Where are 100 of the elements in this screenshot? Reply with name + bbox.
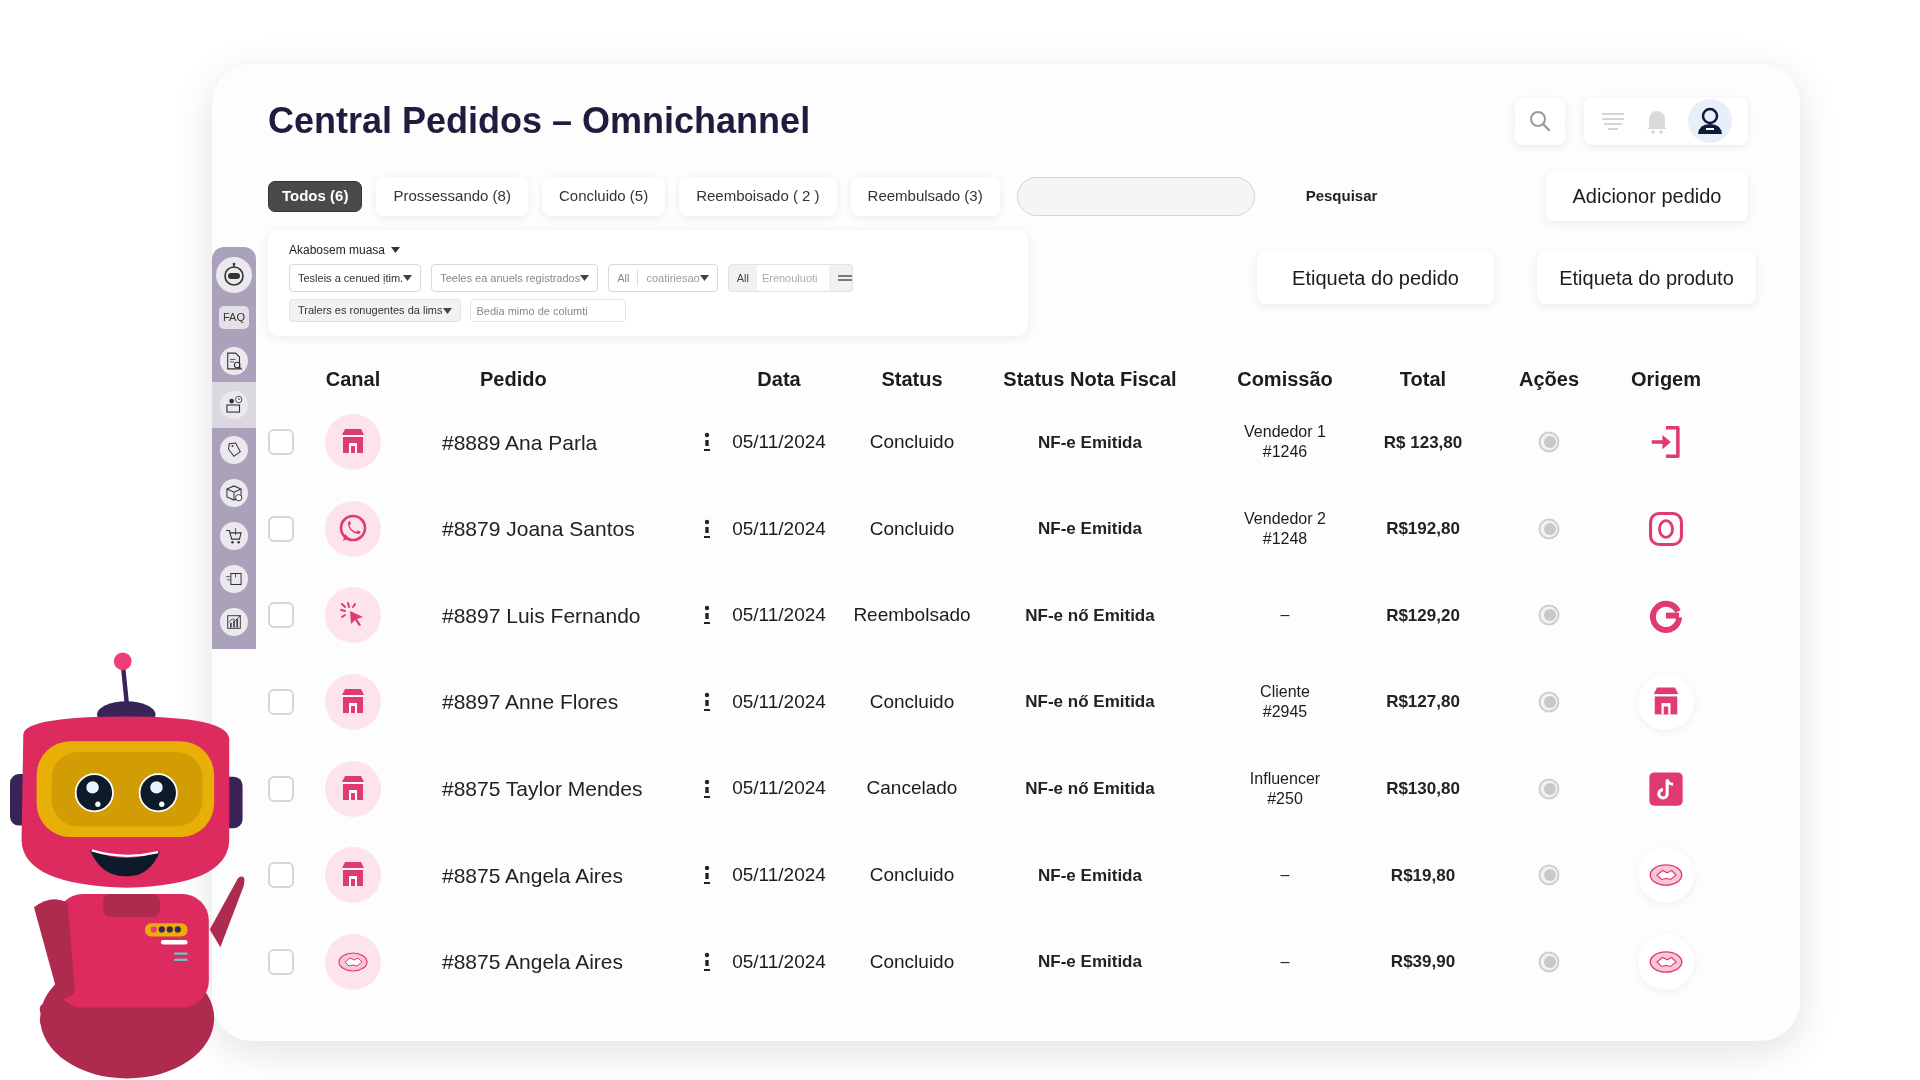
list-icon[interactable]	[1599, 111, 1626, 131]
kebab-menu-icon[interactable]	[704, 778, 710, 799]
sidebar-item[interactable]: FAQ	[212, 296, 256, 339]
order-name: #8897 Luis Fernando	[442, 603, 641, 627]
search-button[interactable]	[1515, 97, 1565, 145]
caret-icon	[580, 275, 590, 281]
order-status: Concluido	[869, 863, 955, 887]
status-tab[interactable]: Todos (6)	[268, 180, 363, 212]
search-field[interactable]	[1016, 176, 1255, 216]
order-status: Concluido	[869, 689, 955, 714]
order-total: R$127,80	[1386, 691, 1460, 714]
dropdown-field[interactable]: Tralers es ronugentes da lims	[289, 299, 461, 322]
column-header: Canal	[325, 367, 381, 392]
segment-placeholder: Erenouluoti	[756, 265, 829, 291]
equals-icon[interactable]	[837, 275, 852, 281]
eye-icon[interactable]	[1538, 950, 1560, 973]
column-header: Origem	[1631, 367, 1701, 392]
dropdown-placeholder: coatiriesao	[645, 270, 700, 286]
dropdown-value: Tesleis a cenued ịtim.	[298, 270, 404, 286]
row-checkbox[interactable]	[268, 429, 294, 456]
commission: Vendedor 2 #1248	[1244, 508, 1326, 549]
status-tab[interactable]: Concluido (5)	[541, 176, 666, 216]
invoice-status: NF-e Emitida	[1038, 864, 1142, 887]
order-status: Concluido	[869, 430, 955, 455]
order-name: #8897 Anne Flores	[442, 690, 619, 714]
order-status: Cancelado	[866, 776, 958, 801]
caret-icon	[442, 307, 452, 314]
order-date: 05/11/2024	[732, 603, 826, 628]
dropdown-field[interactable]: Tesleis a cenued ịtim.	[289, 264, 422, 292]
column-header: Data	[757, 367, 801, 392]
search-submit-button[interactable]: Pesquisar	[1299, 184, 1384, 208]
invoice-status: NF-e nő Emitida	[1025, 604, 1155, 627]
dropdown-placeholder: Teeles ea anuels registrados	[440, 270, 581, 286]
column-header: Status	[881, 367, 943, 392]
eye-icon[interactable]	[1538, 777, 1560, 800]
order-status: Concluido	[869, 516, 955, 541]
page-title: Central Pedidos – Omnichannel	[268, 99, 811, 143]
commission: Vendedor 1 #1246	[1244, 422, 1326, 463]
kebab-menu-icon[interactable]	[704, 432, 710, 453]
column-header: Total	[1399, 367, 1447, 392]
eye-icon[interactable]	[1538, 604, 1560, 627]
add-order-button[interactable]: Adicionor pedido	[1546, 171, 1748, 221]
status-tab[interactable]: Reembulsado (3)	[850, 176, 1000, 216]
order-date: 05/11/2024	[732, 430, 826, 455]
column-header: Comissão	[1237, 367, 1333, 392]
order-name: #8875 Angela Aires	[442, 950, 623, 974]
invoice-status: NF-e nő Emitida	[1025, 777, 1155, 800]
dropdown-field[interactable]: All coatiriesao	[608, 264, 718, 292]
column-header: Pedido	[480, 367, 547, 392]
search-icon	[1529, 110, 1551, 132]
column-header: Status Nota Fiscal	[1003, 367, 1177, 392]
invoice-status: NF-e nő Emitida	[1025, 691, 1155, 714]
order-name: #8875 Taylor Mendes	[442, 776, 643, 800]
dropdown-field[interactable]: Teeles ea anuels registrados	[431, 264, 599, 292]
eye-icon[interactable]	[1538, 864, 1560, 887]
kebab-menu-icon[interactable]	[704, 865, 710, 886]
dropdown-value: Tralers es ronugentes da lims	[298, 303, 443, 319]
row-checkbox[interactable]	[268, 602, 294, 629]
kebab-menu-icon[interactable]	[704, 692, 710, 713]
status-tab[interactable]: Prossessando (8)	[376, 176, 528, 216]
column-header: Ações	[1519, 367, 1579, 392]
kebab-menu-icon[interactable]	[704, 951, 710, 972]
caret-icon	[699, 275, 709, 281]
row-checkbox[interactable]	[268, 515, 294, 542]
commission: Influencer #250	[1249, 768, 1321, 809]
kebab-menu-icon[interactable]	[704, 605, 710, 626]
segmented-filter[interactable]: All Erenouluoti	[727, 264, 853, 292]
user-avatar-button[interactable]	[1688, 99, 1733, 143]
bell-icon[interactable]	[1645, 108, 1669, 134]
order-status: Concluido	[869, 949, 955, 974]
prefix-label: All	[617, 269, 639, 287]
commission: Cliente #2945	[1260, 682, 1310, 723]
kebab-menu-icon[interactable]	[704, 518, 710, 539]
order-total: R$19,80	[1390, 864, 1456, 887]
order-date: 05/11/2024	[732, 776, 826, 801]
status-tab[interactable]: Reemboisado ( 2 )	[679, 176, 837, 216]
order-label-button[interactable]: Etiqueta do pedido	[1257, 251, 1494, 304]
eye-icon[interactable]	[1538, 691, 1560, 714]
row-checkbox[interactable]	[268, 862, 294, 889]
caret-icon	[391, 247, 401, 253]
invoice-status: NF-e Emitida	[1038, 518, 1142, 541]
row-checkbox[interactable]	[268, 689, 294, 716]
order-name: #8875 Angela Aires	[442, 863, 623, 887]
order-name: #8879 Joana Santos	[442, 517, 635, 541]
commission: –	[1280, 605, 1290, 626]
row-checkbox[interactable]	[268, 948, 294, 975]
order-total: R$129,20	[1386, 604, 1460, 627]
eye-icon[interactable]	[1538, 517, 1560, 540]
order-name: #8889 Ana Parla	[442, 430, 598, 454]
order-total: R$130,80	[1386, 777, 1460, 800]
music-note-icon	[1647, 769, 1685, 808]
product-label-button[interactable]: Etiqueta do produto	[1537, 251, 1756, 304]
eye-icon[interactable]	[1538, 431, 1560, 454]
order-date: 05/11/2024	[732, 689, 826, 714]
row-checkbox[interactable]	[268, 775, 294, 802]
camera-outline-icon	[1647, 509, 1685, 548]
order-status: Reembolsado	[853, 603, 971, 628]
order-total: R$192,80	[1386, 518, 1460, 541]
order-date: 05/11/2024	[732, 863, 826, 887]
filter-input[interactable]: Bedia mimo de columti	[469, 299, 626, 322]
